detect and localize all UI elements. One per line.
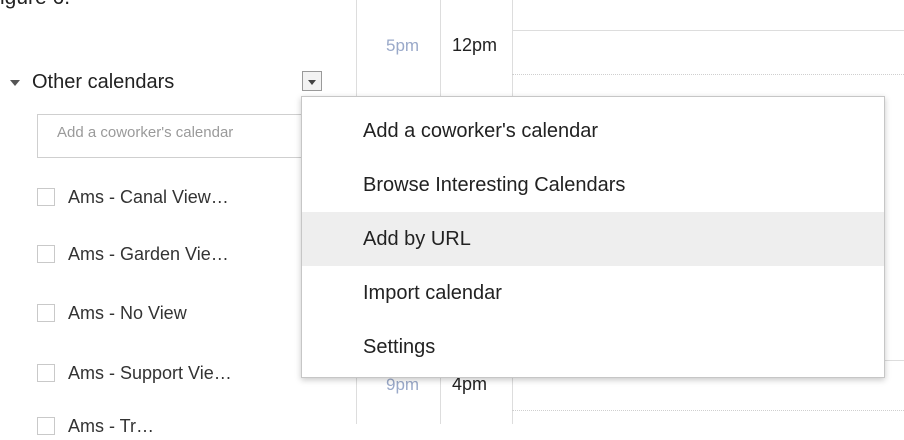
calendar-checkbox[interactable]	[37, 417, 55, 435]
calendar-label: Ams - Garden Vie…	[68, 243, 229, 264]
calendar-checkbox[interactable]	[37, 245, 55, 263]
calendar-label: Ams - Canal View…	[68, 186, 229, 207]
calendar-checkbox[interactable]	[37, 304, 55, 322]
calendar-item[interactable]: Ams - Tr…	[37, 412, 154, 440]
menu-item-import-calendar[interactable]: Import calendar	[302, 266, 884, 320]
half-hour-line	[512, 410, 904, 411]
menu-item-settings[interactable]: Settings	[302, 320, 884, 374]
collapse-triangle-icon[interactable]	[10, 80, 20, 86]
calendar-item[interactable]: Ams - Garden Vie…	[37, 240, 229, 268]
secondary-timezone-label: 9pm	[386, 375, 420, 394]
calendar-item[interactable]: Ams - Support Vie…	[37, 359, 232, 387]
chevron-down-icon	[308, 80, 316, 85]
other-calendars-menu: Add a coworker's calendar Browse Interes…	[301, 96, 885, 378]
half-hour-line	[512, 74, 904, 75]
calendar-label: Ams - No View	[68, 302, 187, 323]
calendar-item[interactable]: Ams - Canal View…	[37, 183, 229, 211]
calendar-item[interactable]: Ams - No View	[37, 299, 187, 327]
other-calendars-dropdown-button[interactable]	[302, 71, 322, 91]
add-coworker-input[interactable]: Add a coworker's calendar	[37, 114, 337, 158]
calendar-label: Ams - Tr…	[68, 415, 154, 436]
menu-item-add-coworker-calendar[interactable]: Add a coworker's calendar	[302, 104, 884, 158]
other-calendars-title: Other calendars	[32, 70, 175, 93]
menu-item-browse-interesting-calendars[interactable]: Browse Interesting Calendars	[302, 158, 884, 212]
calendar-checkbox[interactable]	[37, 188, 55, 206]
calendar-label: Ams - Support Vie…	[68, 362, 232, 383]
other-calendars-header[interactable]: Other calendars	[10, 68, 174, 96]
secondary-timezone-label: 5pm	[386, 36, 420, 55]
calendar-checkbox[interactable]	[37, 364, 55, 382]
primary-time-label: 12pm	[452, 35, 498, 55]
menu-item-add-by-url[interactable]: Add by URL	[302, 212, 884, 266]
hour-line	[512, 30, 904, 31]
